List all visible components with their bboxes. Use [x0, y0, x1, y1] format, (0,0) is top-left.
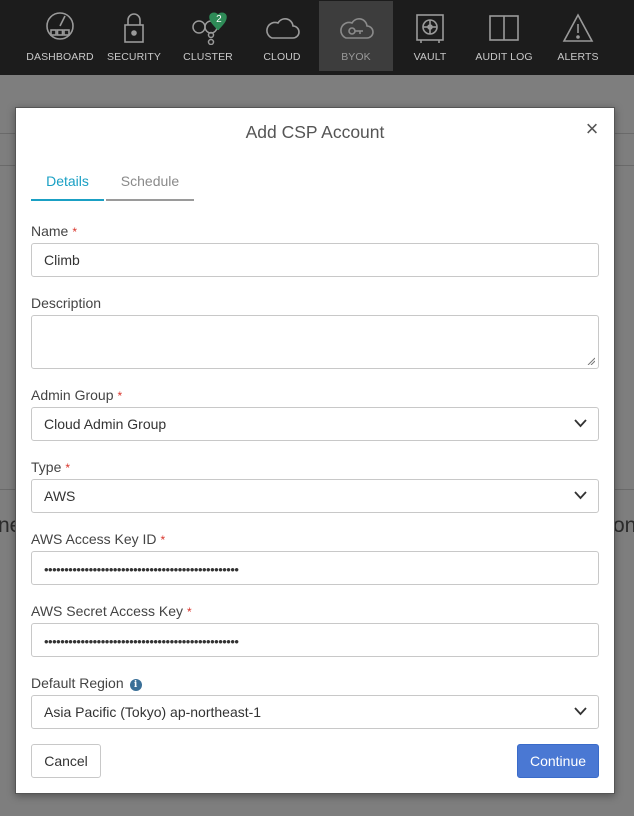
- required-marker: *: [186, 605, 192, 619]
- nav-label: AUDIT LOG: [475, 51, 533, 63]
- region-value: Asia Pacific (Tokyo) ap-northeast-1: [44, 704, 262, 720]
- secret-key-label: AWS Secret Access Key *: [31, 603, 192, 619]
- book-icon: [489, 15, 519, 41]
- tab-schedule[interactable]: Schedule: [106, 168, 194, 201]
- add-csp-account-dialog: Add CSP Account × Details Schedule Name *…: [15, 107, 615, 794]
- tab-bar: Details Schedule: [31, 168, 194, 201]
- region-select[interactable]: Asia Pacific (Tokyo) ap-northeast-1: [31, 695, 599, 729]
- required-marker: *: [117, 389, 123, 403]
- tab-details[interactable]: Details: [31, 168, 104, 201]
- nav-item-alerts[interactable]: ALERTS: [541, 1, 615, 71]
- dialog-title: Add CSP Account: [245, 122, 385, 142]
- chevron-down-icon: [574, 491, 587, 500]
- admin-group-select[interactable]: Cloud Admin Group: [31, 407, 599, 441]
- continue-button[interactable]: Continue: [517, 744, 599, 778]
- nav-label: BYOK: [341, 51, 371, 63]
- nav-label: CLOUD: [263, 51, 301, 63]
- nav-item-vault[interactable]: VAULT: [393, 1, 467, 71]
- nav-label: VAULT: [413, 51, 447, 63]
- access-key-label: AWS Access Key ID *: [31, 531, 165, 547]
- nav-label: ALERTS: [557, 51, 599, 63]
- required-marker: *: [160, 533, 166, 547]
- cloud-icon: [266, 18, 300, 39]
- admin-group-label-text: Admin Group: [31, 387, 114, 403]
- access-key-label-text: AWS Access Key ID: [31, 531, 157, 547]
- region-label: Default Region i: [31, 675, 142, 691]
- admin-group-value: Cloud Admin Group: [44, 416, 167, 432]
- close-icon[interactable]: ×: [583, 118, 601, 140]
- nav-label: SECURITY: [107, 51, 161, 63]
- background-text-right: on: [613, 514, 634, 537]
- info-icon[interactable]: i: [129, 679, 142, 691]
- nav-label: CLUSTER: [183, 51, 233, 63]
- required-marker: *: [65, 461, 71, 475]
- nav-item-byok[interactable]: BYOK: [319, 1, 393, 71]
- nav-item-cluster[interactable]: 2 CLUSTER: [171, 1, 245, 71]
- secret-key-label-text: AWS Secret Access Key: [31, 603, 183, 619]
- vault-icon: [416, 14, 444, 43]
- name-input[interactable]: Climb: [31, 243, 599, 277]
- chevron-down-icon: [574, 419, 587, 428]
- dashboard-icon: [46, 12, 74, 40]
- type-label-text: Type: [31, 459, 62, 475]
- cluster-badge: 2: [216, 14, 222, 25]
- lock-icon: [124, 13, 144, 43]
- name-label: Name *: [31, 223, 77, 239]
- secret-key-input[interactable]: ••••••••••••••••••••••••••••••••••••••••…: [31, 623, 599, 657]
- type-select[interactable]: AWS: [31, 479, 599, 513]
- name-label-text: Name: [31, 223, 69, 239]
- type-value: AWS: [44, 488, 76, 504]
- required-marker: *: [72, 225, 78, 239]
- access-key-input[interactable]: ••••••••••••••••••••••••••••••••••••••••…: [31, 551, 599, 585]
- top-nav: DASHBOARD SECURITY 2 CLUSTER CLOUD BYOK: [0, 0, 634, 75]
- resize-grip-icon[interactable]: [587, 357, 595, 365]
- description-textarea[interactable]: [31, 315, 599, 369]
- nav-item-dashboard[interactable]: DASHBOARD: [23, 1, 97, 71]
- nav-item-audit-log[interactable]: AUDIT LOG: [467, 1, 541, 71]
- warning-icon: [562, 13, 594, 42]
- type-label: Type *: [31, 459, 70, 475]
- nav-item-cloud[interactable]: CLOUD: [245, 1, 319, 71]
- chevron-down-icon: [574, 707, 587, 716]
- nav-item-security[interactable]: SECURITY: [97, 1, 171, 71]
- cancel-button[interactable]: Cancel: [31, 744, 101, 778]
- nav-label: DASHBOARD: [26, 51, 94, 63]
- description-label: Description: [31, 295, 102, 311]
- cloud-key-icon: [340, 18, 374, 39]
- region-label-text: Default Region: [31, 675, 124, 691]
- admin-group-label: Admin Group *: [31, 387, 122, 403]
